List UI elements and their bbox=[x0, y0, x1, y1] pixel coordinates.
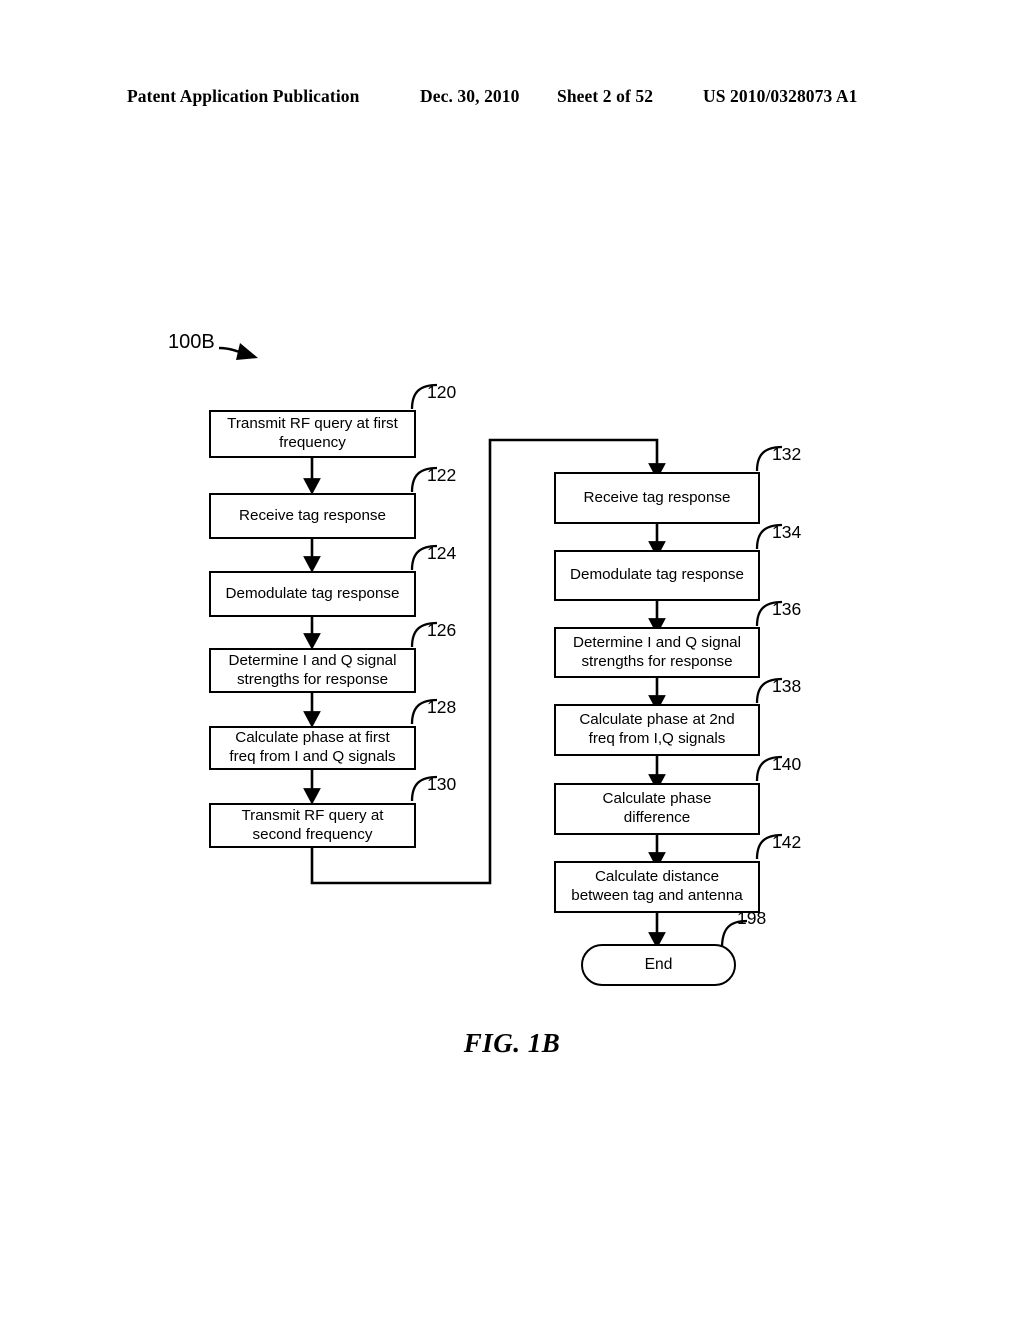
flow-node-122: Receive tag response bbox=[209, 493, 416, 539]
flow-node-132: Receive tag response bbox=[554, 472, 760, 524]
flow-node-138-line1: Calculate phase at 2nd bbox=[579, 711, 735, 729]
flow-node-142: Calculate distance between tag and anten… bbox=[554, 861, 760, 913]
flow-node-126-line1: Determine I and Q signal bbox=[228, 651, 397, 669]
flow-node-136-line2: strengths for response bbox=[581, 652, 733, 670]
diagram-label-pointer bbox=[218, 343, 258, 360]
ref-numeral-124: 124 bbox=[427, 543, 457, 563]
ref-numeral-122: 122 bbox=[427, 465, 457, 485]
ref-numeral-130: 130 bbox=[427, 774, 457, 794]
flow-node-132-line1: Receive tag response bbox=[583, 488, 731, 506]
flowchart-diagram bbox=[0, 0, 1024, 1320]
flow-node-198-end-terminator: End bbox=[581, 944, 736, 986]
flow-node-142-line1: Calculate distance bbox=[594, 868, 720, 886]
flow-node-126: Determine I and Q signal strengths for r… bbox=[209, 648, 416, 693]
ref-numeral-126: 126 bbox=[427, 620, 457, 640]
flow-node-136-line1: Determine I and Q signal bbox=[573, 633, 741, 651]
flow-node-124-line1: Demodulate tag response bbox=[225, 584, 400, 602]
flow-node-138: Calculate phase at 2nd freq from I,Q sig… bbox=[554, 704, 760, 756]
ref-numeral-136: 136 bbox=[772, 599, 802, 619]
flow-node-122-line1: Receive tag response bbox=[239, 506, 386, 524]
flow-node-128-line2: freq from I and Q signals bbox=[229, 748, 396, 765]
ref-numeral-128: 128 bbox=[427, 697, 457, 717]
flow-node-124: Demodulate tag response bbox=[209, 571, 416, 617]
flow-node-140: Calculate phase difference bbox=[554, 783, 760, 835]
flow-node-128: Calculate phase at first freq from I and… bbox=[209, 726, 416, 770]
flow-node-120-line1: Transmit RF query at first bbox=[227, 415, 398, 433]
flowchart-connectors-layer bbox=[218, 343, 783, 949]
flow-node-120: Transmit RF query at first frequency bbox=[209, 410, 416, 458]
flow-node-134-line1: Demodulate tag response bbox=[570, 566, 744, 584]
flow-node-138-line2: freq from I,Q signals bbox=[588, 730, 726, 747]
ref-numeral-142: 142 bbox=[772, 832, 802, 852]
ref-numeral-138: 138 bbox=[772, 676, 802, 696]
flow-node-198-label: End bbox=[644, 956, 673, 973]
flow-node-130-line1: Transmit RF query at bbox=[241, 806, 384, 824]
flow-node-142-line2: between tag and antenna bbox=[571, 887, 743, 904]
ref-numeral-134: 134 bbox=[772, 522, 802, 542]
flow-node-130: Transmit RF query at second frequency bbox=[209, 803, 416, 848]
flow-node-140-line2: difference bbox=[623, 809, 691, 826]
flow-node-126-line2: strengths for response bbox=[236, 670, 389, 688]
ref-numeral-120: 120 bbox=[427, 382, 457, 402]
flow-node-140-line1: Calculate phase bbox=[602, 790, 712, 808]
ref-numeral-132: 132 bbox=[772, 444, 802, 464]
flow-node-130-line2: second frequency bbox=[252, 825, 373, 843]
flow-node-136: Determine I and Q signal strengths for r… bbox=[554, 627, 760, 678]
flow-node-120-line2: frequency bbox=[279, 434, 346, 451]
flow-node-128-line1: Calculate phase at first bbox=[235, 729, 390, 747]
diagram-id-label: 100B bbox=[168, 331, 215, 353]
ref-numeral-140: 140 bbox=[772, 754, 802, 774]
figure-caption: FIG. 1B bbox=[463, 1028, 561, 1058]
ref-numeral-198: 198 bbox=[737, 908, 767, 928]
flow-node-134: Demodulate tag response bbox=[554, 550, 760, 601]
